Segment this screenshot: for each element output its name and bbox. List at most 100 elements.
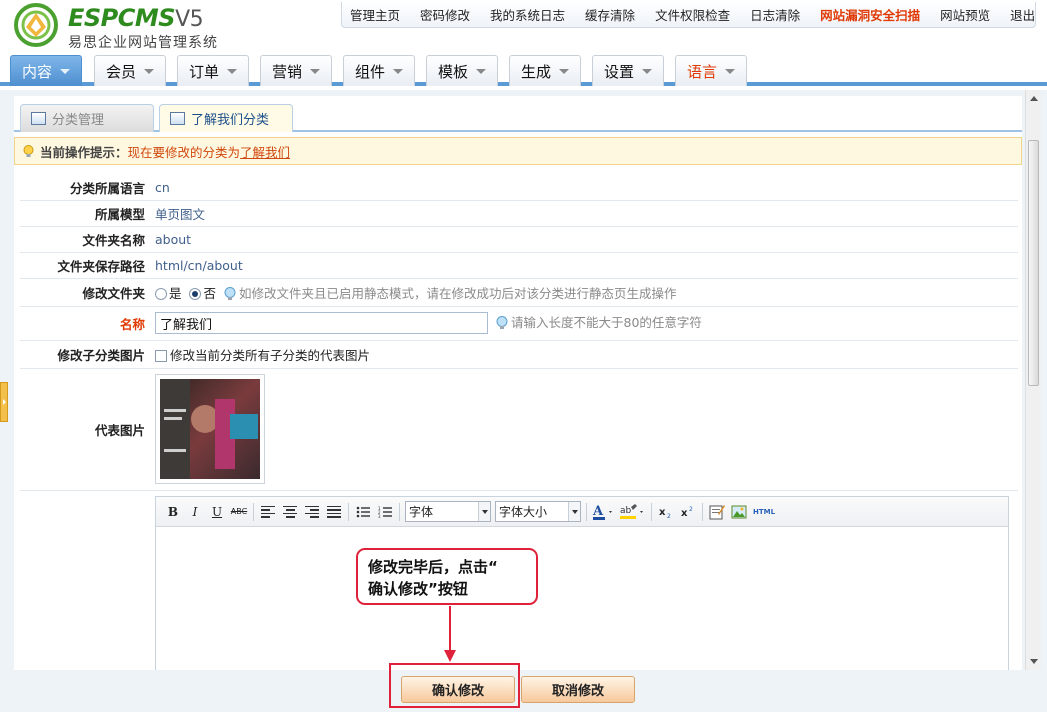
scroll-down-icon[interactable] xyxy=(1030,659,1038,664)
topnav-link[interactable]: 日志清除 xyxy=(750,5,800,24)
italic-button[interactable]: I xyxy=(184,502,206,522)
hint-label: 当前操作提示： xyxy=(40,144,128,160)
underline-button[interactable]: U xyxy=(206,502,228,522)
chevron-down-icon xyxy=(478,502,490,521)
model-label: 所属模型 xyxy=(20,200,150,227)
confirm-button[interactable]: 确认修改 xyxy=(401,676,515,703)
rich-text-editor: B I U ABC 123 字体 字体大小 A ab x 2 x 2 HTML xyxy=(155,496,1009,676)
vertical-scrollbar[interactable] xyxy=(1025,90,1041,670)
child-image-checkbox[interactable] xyxy=(155,350,167,362)
modify-folder-options: 是 否 如修改文件夹且已启用静态模式，请在修改成功后对该分类进行静态页生成操作 xyxy=(150,278,1018,307)
bold-button[interactable]: B xyxy=(162,502,184,522)
align-left-icon[interactable] xyxy=(257,502,279,522)
main-nav-tab-label: 模板 xyxy=(437,62,468,81)
scroll-up-icon[interactable] xyxy=(1030,96,1038,101)
form-row-model: 所属模型 单页图文 xyxy=(20,200,1018,227)
instruction-callout: 修改完毕后，点击“ 确认修改”按钮 xyxy=(356,548,538,605)
tab-category-manage[interactable]: 分类管理 xyxy=(20,104,154,132)
topnav-link[interactable]: 网站预览 xyxy=(940,5,990,24)
align-right-icon[interactable] xyxy=(301,502,323,522)
path-value: html/cn/about xyxy=(150,252,1018,279)
name-field-cell: 请输入长度不能大于80的任意字符 xyxy=(150,306,1018,341)
insert-image-icon[interactable] xyxy=(728,502,750,522)
toolbar-divider xyxy=(651,502,652,521)
main-nav-tab[interactable]: 生成 xyxy=(509,55,581,86)
lightbulb-icon xyxy=(23,144,34,157)
svg-text:x: x xyxy=(681,508,688,519)
topnav-link[interactable]: 缓存清除 xyxy=(585,5,635,24)
main-nav-tab[interactable]: 会员 xyxy=(94,55,166,86)
main-nav-tab-label: 生成 xyxy=(520,62,551,81)
main-nav-tab-label: 设置 xyxy=(603,62,634,81)
hint-text: 现在要修改的分类为 xyxy=(127,144,241,160)
folder-value: about xyxy=(150,226,1018,253)
path-label: 文件夹保存路径 xyxy=(20,252,150,279)
main-nav-tab-label: 语言 xyxy=(686,62,717,81)
main-nav: 内容 会员 订单 营销 组件 模板 生成 设置 语言 xyxy=(0,55,1047,86)
align-justify-icon[interactable] xyxy=(323,502,345,522)
chevron-down-icon xyxy=(725,68,735,74)
scrollbar-thumb[interactable] xyxy=(1028,140,1039,386)
child-image-text: 修改当前分类所有子分类的代表图片 xyxy=(170,347,371,363)
html-source-button[interactable]: HTML xyxy=(750,502,778,522)
tab-about-category[interactable]: 了解我们分类 xyxy=(159,104,293,132)
align-center-icon[interactable] xyxy=(279,502,301,522)
language-label: 分类所属语言 xyxy=(20,175,150,201)
form-row-modify-folder: 修改文件夹 是 否 如修改文件夹且已启用静态模式，请在修改成功后对该分类进行静态… xyxy=(20,278,1018,307)
toolbar-divider xyxy=(702,502,703,521)
topnav-link[interactable]: 退出 xyxy=(1010,5,1035,24)
name-input[interactable] xyxy=(155,312,488,335)
callout-line-2: 确认修改”按钮 xyxy=(368,580,468,598)
radio-no[interactable] xyxy=(189,288,202,300)
model-value: 单页图文 xyxy=(150,200,1018,227)
editor-toolbar: B I U ABC 123 字体 字体大小 A ab x 2 x 2 HTML xyxy=(156,497,1008,527)
chevron-down-icon xyxy=(227,68,237,74)
main-nav-tab-label: 会员 xyxy=(105,62,136,81)
toolbar-divider xyxy=(348,502,349,521)
superscript-icon[interactable]: x2 xyxy=(677,502,699,522)
main-nav-tab-label: 营销 xyxy=(271,62,302,81)
hint-category-link[interactable]: 了解我们 xyxy=(240,142,290,161)
child-image-label: 修改子分类图片 xyxy=(20,340,150,369)
main-nav-tab[interactable]: 营销 xyxy=(260,55,332,86)
main-nav-tab[interactable]: 语言 xyxy=(675,55,747,86)
brand-subtitle: 易思企业网站管理系统 xyxy=(68,35,218,51)
topnav-link[interactable]: 我的系统日志 xyxy=(490,5,565,24)
window-icon xyxy=(31,112,46,125)
font-family-select[interactable]: 字体 xyxy=(405,501,491,522)
page-root: ESPCMSV5 易思企业网站管理系统 管理主页 密码修改 我的系统日志 缓存清除 文件… xyxy=(0,0,1047,712)
topnav-link[interactable]: 网站漏洞安全扫描 xyxy=(820,5,920,24)
main-nav-tab-label: 订单 xyxy=(188,62,219,81)
font-color-icon[interactable]: A xyxy=(590,502,618,522)
topnav-link[interactable]: 文件权限检查 xyxy=(655,5,730,24)
chevron-down-icon xyxy=(393,68,403,74)
rep-image-thumbnail[interactable] xyxy=(155,374,265,484)
subscript-icon[interactable]: x2 xyxy=(655,502,677,522)
main-nav-tab[interactable]: 内容 xyxy=(10,55,82,86)
topnav-link[interactable]: 管理主页 xyxy=(350,5,400,24)
svg-text:ab: ab xyxy=(620,506,632,516)
bullet-list-icon[interactable] xyxy=(352,502,374,522)
toolbar-divider xyxy=(399,502,400,521)
highlight-color-icon[interactable]: ab xyxy=(618,502,648,522)
strikethrough-button[interactable]: ABC xyxy=(228,502,250,522)
main-nav-tab[interactable]: 设置 xyxy=(592,55,664,86)
radio-no-label: 否 xyxy=(203,285,216,301)
chevron-down-icon xyxy=(642,68,652,74)
main-nav-tab[interactable]: 订单 xyxy=(177,55,249,86)
main-nav-tab[interactable]: 组件 xyxy=(343,55,415,86)
sidebar-toggle-handle[interactable] xyxy=(0,382,8,422)
main-nav-tab[interactable]: 模板 xyxy=(426,55,498,86)
modify-folder-hint: 如修改文件夹且已启用静态模式，请在修改成功后对该分类进行静态页生成操作 xyxy=(238,285,677,301)
main-nav-tab-label: 内容 xyxy=(21,62,52,81)
cancel-button[interactable]: 取消修改 xyxy=(521,676,635,703)
edit-icon[interactable] xyxy=(706,502,728,522)
radio-yes[interactable] xyxy=(155,288,167,300)
editor-content-area[interactable] xyxy=(156,527,1008,675)
font-size-select[interactable]: 字体大小 xyxy=(495,501,581,522)
window-icon xyxy=(170,112,185,125)
tab-label: 分类管理 xyxy=(52,113,105,128)
numbered-list-icon[interactable]: 123 xyxy=(374,502,396,522)
topnav-link[interactable]: 密码修改 xyxy=(420,5,470,24)
radio-yes-label: 是 xyxy=(169,285,182,301)
